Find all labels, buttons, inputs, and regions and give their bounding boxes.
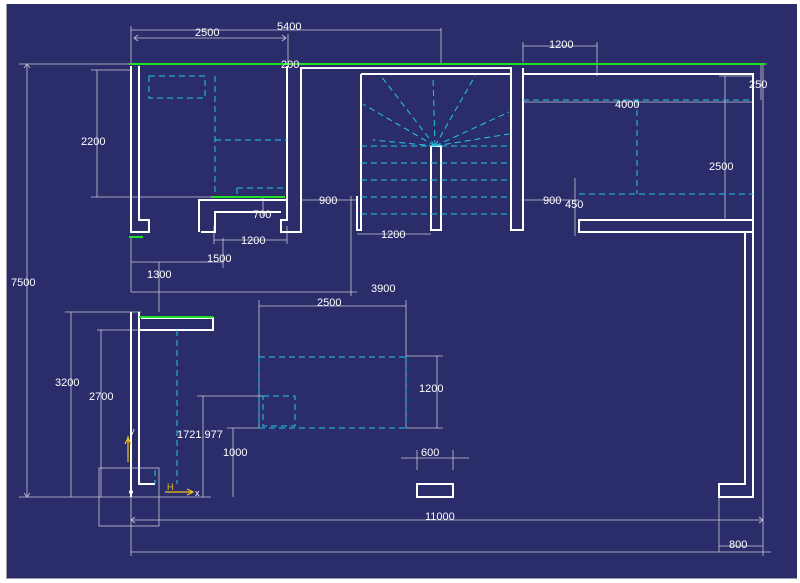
- canvas-background: [7, 4, 797, 578]
- dim-5400: 5400: [277, 21, 301, 33]
- dim-800: 800: [729, 539, 747, 551]
- dim-1721: 1721.977: [177, 429, 223, 441]
- dim-900-right: 900: [543, 195, 561, 207]
- dim-2700: 2700: [89, 391, 113, 403]
- dim-1200-top: 1200: [549, 39, 573, 51]
- dim-200: 200: [281, 59, 299, 71]
- axis-h-label: H: [167, 482, 174, 492]
- dim-4000: 4000: [615, 99, 639, 111]
- dim-1500: 1500: [207, 253, 231, 265]
- dim-600: 600: [421, 447, 439, 459]
- dim-2500-right: 2500: [709, 161, 733, 173]
- dim-3200: 3200: [55, 377, 79, 389]
- dim-900-left: 900: [319, 195, 337, 207]
- dim-11000: 11000: [425, 511, 455, 523]
- dim-3900: 3900: [371, 283, 395, 295]
- drawing-canvas[interactable]: 2500 5400 200 1200 2200 4000 250 2500 90…: [6, 4, 797, 579]
- axis-x-label: x: [195, 488, 200, 498]
- dim-1200-a: 1200: [241, 235, 265, 247]
- dim-1300: 1300: [147, 269, 171, 281]
- dim-2200: 2200: [81, 136, 105, 148]
- floor-plan-drawing[interactable]: 2500 5400 200 1200 2200 4000 250 2500 90…: [7, 4, 797, 578]
- dim-700: 700: [253, 209, 271, 221]
- axis-y-label: y: [130, 426, 135, 436]
- dim-1200-b: 1200: [381, 229, 405, 241]
- dim-450: 450: [565, 199, 583, 211]
- dim-250: 250: [749, 79, 767, 91]
- dim-1200-mid: 1200: [419, 383, 443, 395]
- dim-2500-mid: 2500: [317, 297, 341, 309]
- dim-1000: 1000: [223, 447, 247, 459]
- dim-2500-top: 2500: [195, 27, 219, 39]
- dim-7500: 7500: [11, 277, 35, 289]
